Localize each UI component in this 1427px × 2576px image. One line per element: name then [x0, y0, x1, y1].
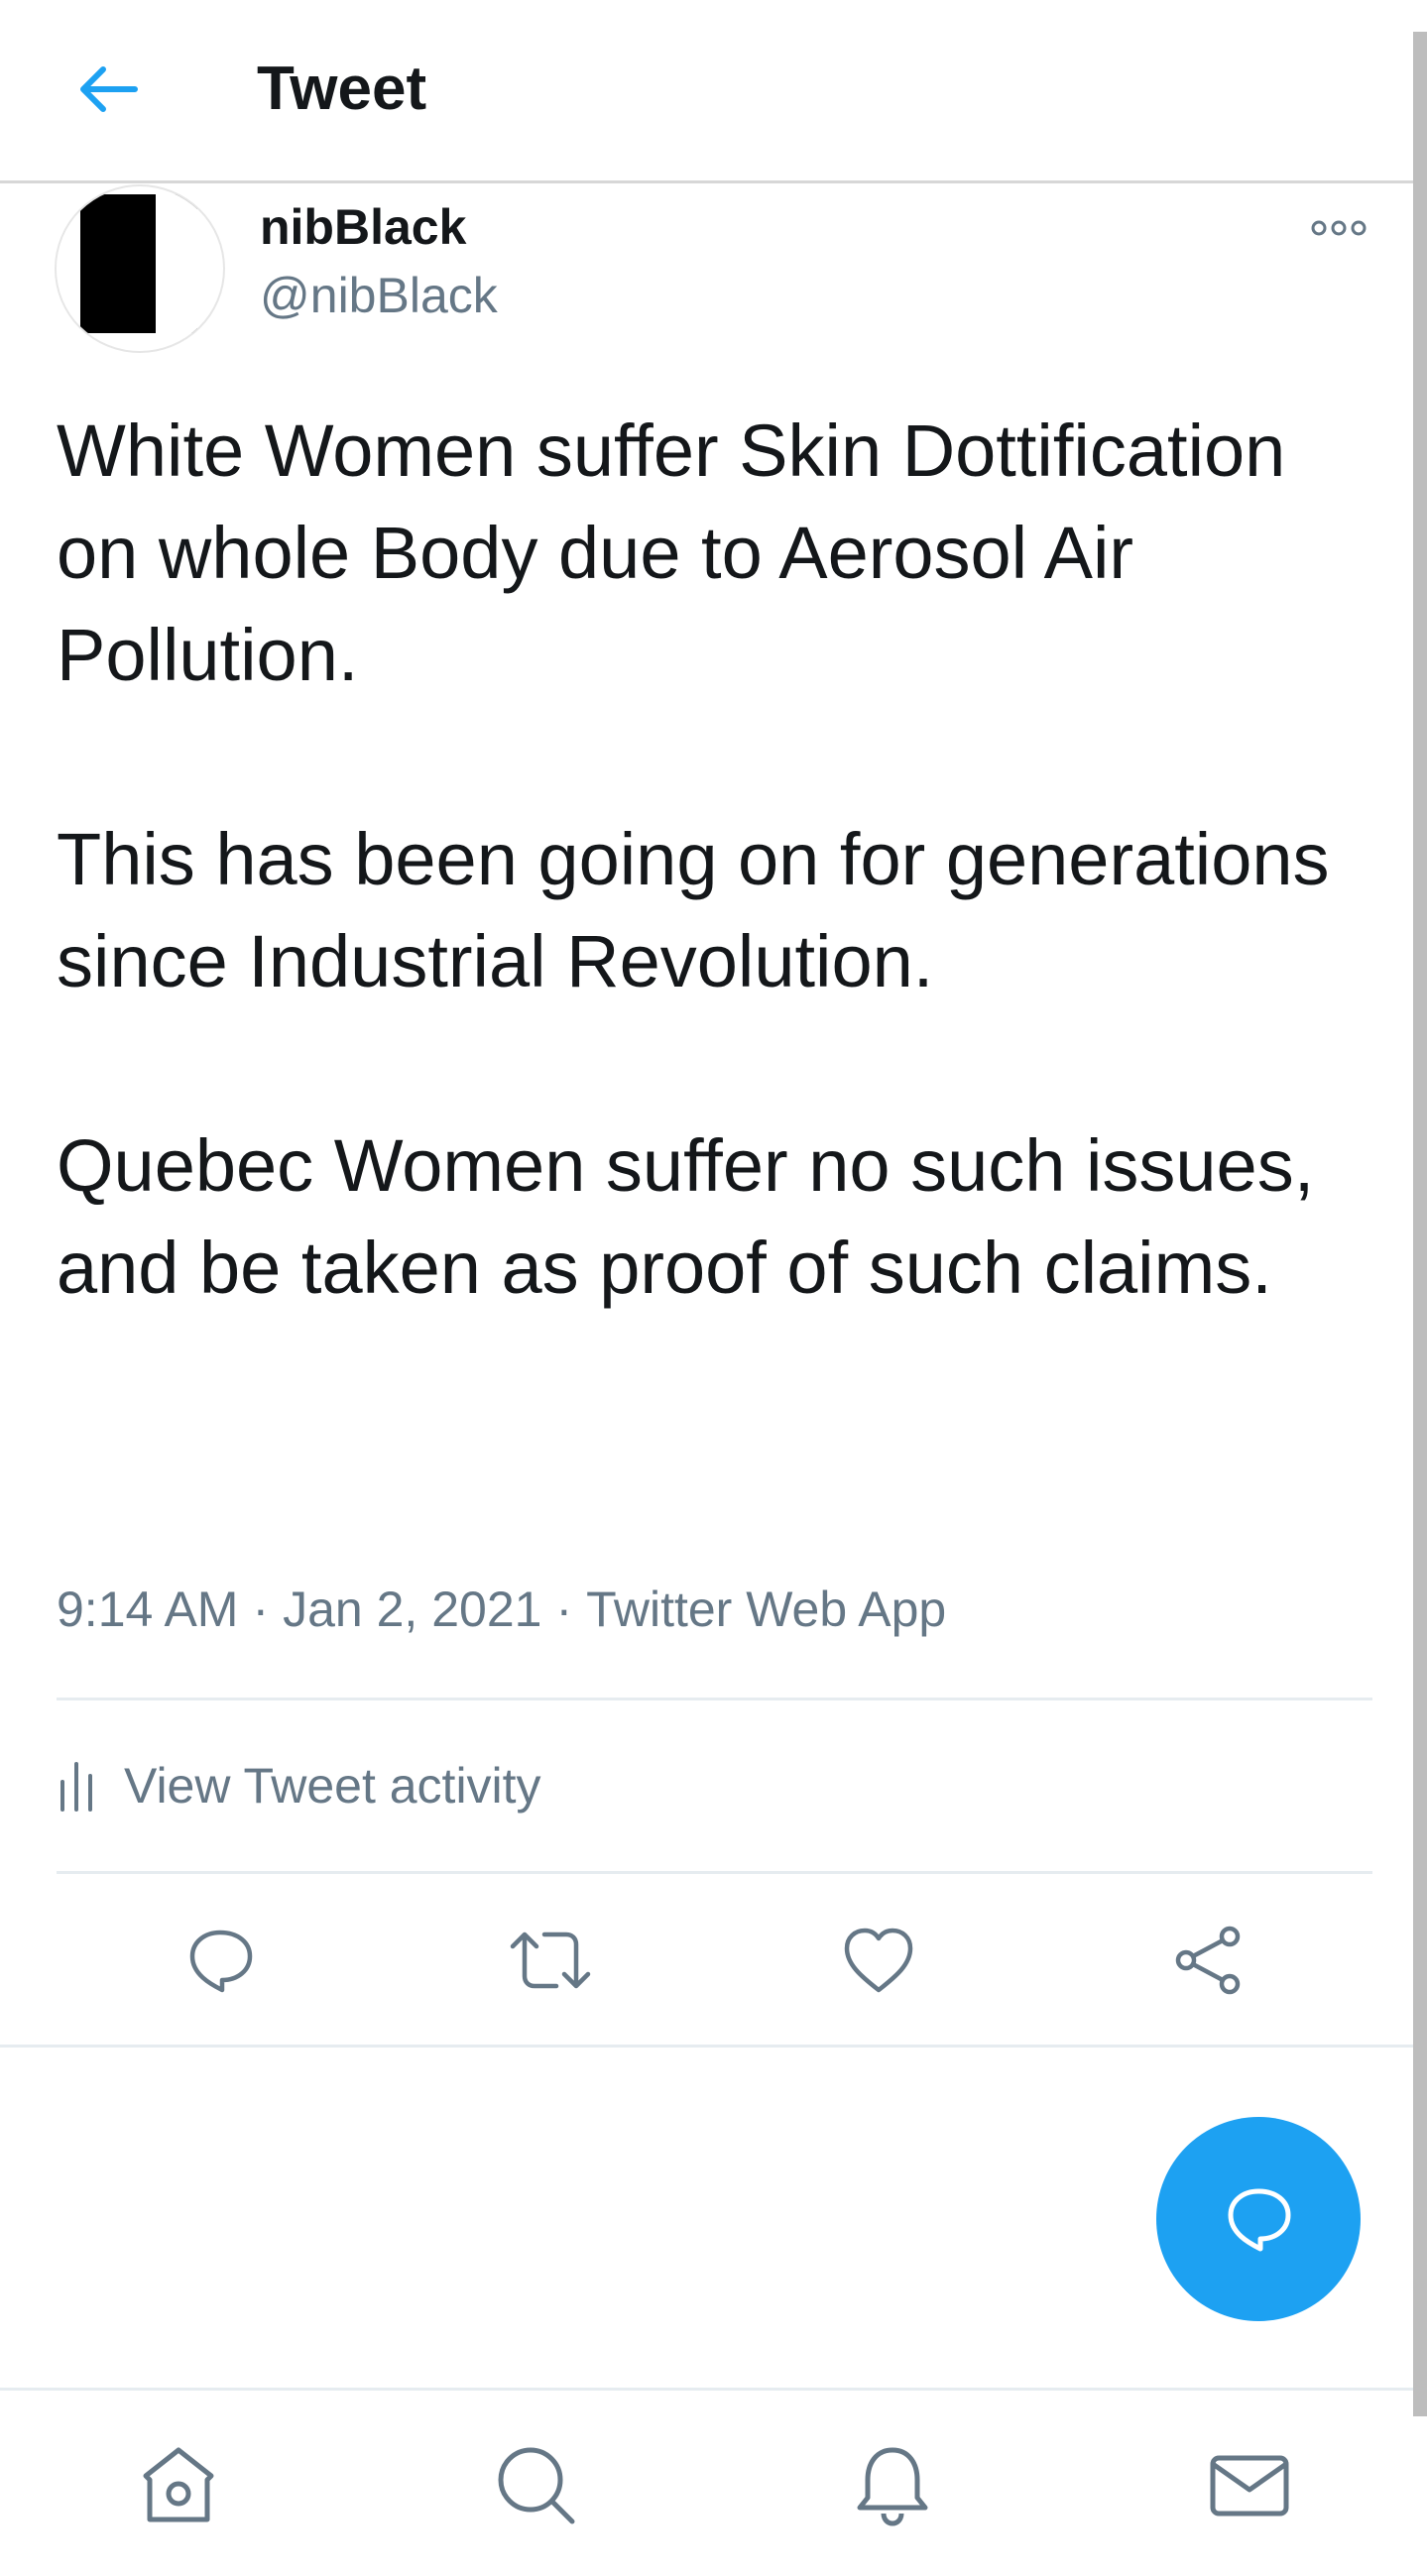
more-options-button[interactable]: [1309, 208, 1368, 248]
share-button[interactable]: [1166, 1919, 1249, 2002]
retweet-icon: [510, 1932, 591, 1989]
back-button[interactable]: [69, 52, 145, 127]
divider: [0, 2045, 1413, 2048]
tweet-paragraph: White Women suffer Skin Dottification on…: [57, 410, 1286, 696]
nav-search[interactable]: [491, 2440, 580, 2529]
share-icon: [1175, 1926, 1241, 1995]
avatar[interactable]: [55, 184, 225, 353]
retweet-button[interactable]: [509, 1919, 592, 2002]
nav-messages[interactable]: [1205, 2440, 1294, 2529]
tweet-metadata: 9:14 AM · Jan 2, 2021 · Twitter Web App: [57, 1575, 946, 1644]
more-icon: [1311, 220, 1367, 236]
compose-reply-button[interactable]: [1156, 2117, 1361, 2321]
like-icon: [844, 1928, 913, 1993]
activity-label: View Tweet activity: [124, 1758, 541, 1814]
nav-home[interactable]: [134, 2440, 223, 2529]
scrollbar[interactable]: [1413, 32, 1427, 2416]
tweet-source[interactable]: Twitter Web App: [586, 1581, 946, 1637]
messages-icon: [1210, 2455, 1289, 2517]
separator: ·: [555, 1581, 573, 1637]
view-tweet-activity-button[interactable]: View Tweet activity: [57, 1751, 541, 1820]
home-icon: [143, 2447, 214, 2522]
divider: [57, 1871, 1372, 1874]
like-button[interactable]: [837, 1919, 920, 2002]
tweet-date[interactable]: Jan 2, 2021: [283, 1581, 541, 1637]
tweet-text: White Women suffer Skin Dottification on…: [57, 400, 1375, 1421]
nav-notifications[interactable]: [848, 2440, 937, 2529]
tweet-paragraph: This has been going on for generations s…: [57, 818, 1330, 1002]
separator: ·: [252, 1581, 270, 1637]
divider: [57, 1698, 1372, 1700]
analytics-icon: [60, 1762, 92, 1812]
tweet-paragraph: Quebec Women suffer no such issues, and …: [57, 1124, 1315, 1309]
author-handle[interactable]: @nibBlack: [260, 264, 498, 327]
arrow-left-icon: [80, 66, 138, 112]
search-icon: [498, 2447, 575, 2524]
author-display-name[interactable]: nibBlack: [260, 195, 466, 259]
top-bar: Tweet: [0, 0, 1413, 183]
reply-icon: [189, 1930, 253, 1993]
reply-button[interactable]: [178, 1919, 262, 2002]
page-title: Tweet: [257, 55, 427, 123]
reply-icon: [1228, 2188, 1291, 2252]
bottom-navigation: [0, 2388, 1413, 2576]
tweet-time[interactable]: 9:14 AM: [57, 1581, 238, 1637]
notifications-icon: [857, 2447, 928, 2526]
